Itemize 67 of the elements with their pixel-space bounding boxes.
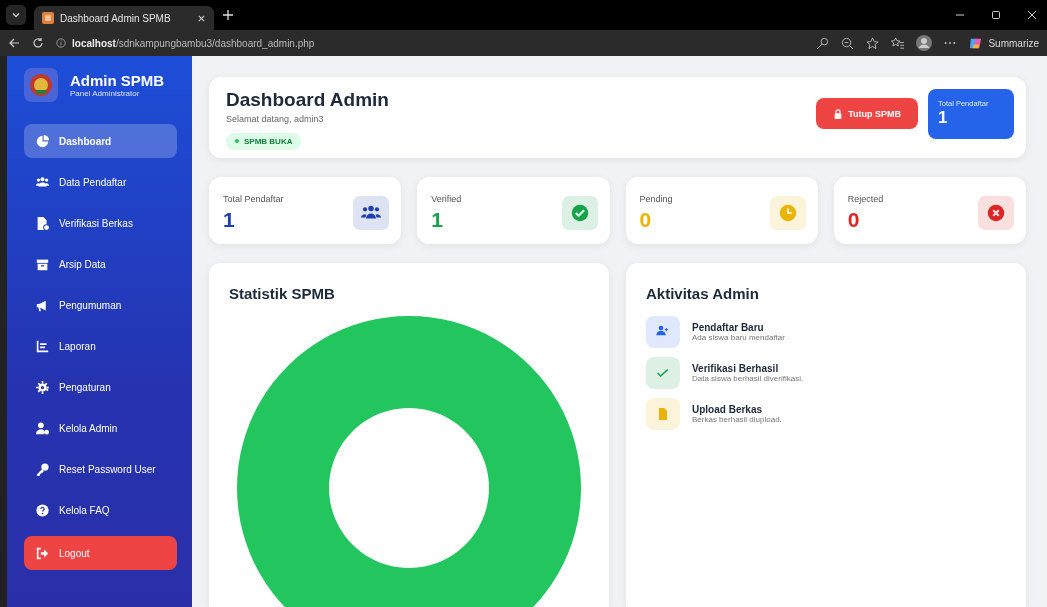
avatar-icon[interactable] (916, 35, 933, 51)
logout-button[interactable]: Logout (24, 536, 177, 570)
sidebar-item[interactable]: Laporan (24, 329, 177, 363)
stat-label: Rejected (847, 194, 884, 204)
users-icon (353, 196, 390, 230)
sidebar-item[interactable]: Kelola Admin (24, 411, 177, 445)
pie-chart-icon (36, 134, 49, 148)
sidebar-title: Admin SPMB (70, 72, 165, 89)
stat-value: 0 (847, 208, 861, 232)
logout-icon (36, 546, 49, 560)
bar-chart-icon (36, 339, 49, 353)
tab-list-icon[interactable] (6, 5, 26, 25)
zoom-out-icon[interactable] (841, 36, 855, 50)
activity-title-text: Pendaftar Baru (692, 322, 765, 333)
activity-description: Berkas berhasil diupload. (692, 415, 782, 424)
sidebar-item[interactable]: Reset Password User (24, 452, 177, 486)
sidebar-item[interactable]: Dashboard (24, 124, 177, 158)
close-registration-button[interactable]: Tutup SPMB (816, 98, 918, 129)
reload-icon[interactable] (32, 37, 44, 49)
activity-title-text: Upload Berkas (692, 404, 764, 415)
stat-value: 0 (639, 208, 653, 232)
sidebar-item[interactable]: Verifikasi Berkas (24, 206, 177, 240)
back-icon[interactable] (8, 37, 20, 49)
users-icon (36, 175, 49, 189)
activity-title-text: Verifikasi Berhasil (692, 363, 780, 374)
address-field[interactable]: localhost/sdnkampungbambu3/dashboard_admin.php (56, 37, 315, 49)
chart-title: Statistik SPMB (229, 285, 336, 302)
page-title: Dashboard Admin (226, 89, 389, 111)
favorites-icon[interactable] (891, 36, 905, 50)
stat-value: 1 (431, 208, 444, 232)
clock-icon (769, 196, 806, 230)
lock-icon (833, 108, 844, 119)
stat-value: 1 (223, 208, 236, 232)
new-tab-icon[interactable] (222, 9, 234, 21)
sidebar-item[interactable]: Pengumuman (24, 288, 177, 322)
megaphone-icon (36, 298, 49, 312)
summarize-button[interactable]: Summarize (968, 35, 1039, 51)
archive-icon (36, 257, 49, 271)
emblem-icon (24, 68, 58, 102)
file-icon (36, 216, 49, 230)
info-icon (56, 38, 66, 48)
sidebar-item[interactable]: Arsip Data (24, 247, 177, 281)
user-icon (36, 421, 49, 435)
activity-title: Aktivitas Admin (646, 285, 760, 302)
close-icon[interactable] (197, 13, 206, 23)
question-icon (36, 503, 49, 517)
stat-label: Total Pendaftar (223, 194, 284, 204)
sidebar-item[interactable]: Kelola FAQ (24, 493, 177, 527)
total-value: 1 (938, 108, 949, 128)
browser-tab[interactable]: Dashboard Admin SPMB (34, 6, 214, 30)
status-badge: SPMB BUKA (226, 132, 302, 150)
star-icon[interactable] (866, 36, 880, 50)
sidebar-item[interactable]: Pengaturan (24, 370, 177, 404)
favicon-icon (42, 12, 54, 24)
maximize-icon[interactable] (991, 10, 1001, 20)
sidebar-subtitle: Panel Administrator (70, 89, 141, 98)
activity-description: Ada siswa baru mendaftar (692, 333, 785, 342)
gear-icon (36, 380, 49, 394)
key-icon (36, 462, 49, 476)
sidebar-item[interactable]: Data Pendaftar (24, 165, 177, 199)
more-icon[interactable] (944, 41, 957, 45)
activity-description: Data siswa berhasil diverifikasi. (692, 374, 804, 383)
stat-label: Pending (639, 194, 673, 204)
welcome-text: Selamat datang, admin3 (226, 114, 325, 124)
close-icon[interactable] (1027, 10, 1037, 20)
key-icon[interactable] (816, 36, 830, 50)
stat-label: Verified (431, 194, 462, 204)
